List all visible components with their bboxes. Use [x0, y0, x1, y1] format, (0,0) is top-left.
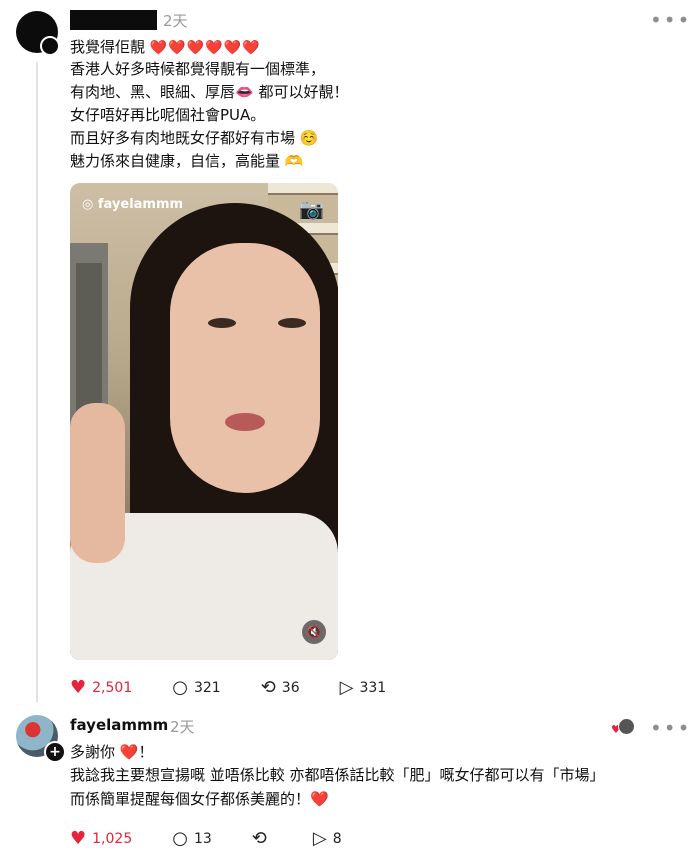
- reply-line-3: 而係簡單提醒每個女仔都係美麗的！❤️: [70, 790, 329, 808]
- post-actions: ♥ 2,501 ○ 321 ⟲ 36 ▷ 331: [70, 677, 386, 698]
- comment-icon: ○: [172, 828, 188, 849]
- reply-username[interactable]: fayelammm: [70, 716, 168, 734]
- reply-line-2: 我諗我主要想宣揚嘅 並唔係比較 亦都唔係話比較「肥」嘅女仔都可以有「市場」: [70, 766, 605, 784]
- post-video[interactable]: ◎ fayelammm 📷 🔇: [70, 183, 338, 660]
- post-line-2: 香港人好多時候都覺得靚有一個標準，: [70, 60, 326, 78]
- instagram-icon: ◎: [82, 197, 94, 212]
- like-button[interactable]: ♥ 1,025: [70, 828, 132, 849]
- post-line-5: 而且好多有肉地既女仔都好有市場 ☺️: [70, 129, 319, 147]
- mute-icon[interactable]: 🔇: [302, 620, 326, 644]
- share-icon: ▷: [312, 828, 327, 849]
- video-hand: [70, 403, 125, 563]
- comment-icon: ○: [172, 677, 188, 698]
- thread-line: [36, 62, 38, 702]
- post-line-6: 魅力係來自健康，自信，高能量 🫶: [70, 152, 304, 170]
- like-button[interactable]: ♥ 2,501: [70, 677, 132, 698]
- redacted-username: [70, 10, 157, 30]
- reply-line-1: 多謝你 ❤️！: [70, 743, 154, 761]
- reply-time: 2天: [170, 718, 195, 736]
- comment-button[interactable]: ○ 321: [172, 677, 220, 698]
- share-button[interactable]: ▷ 331: [340, 677, 387, 698]
- post-time: 2天: [163, 12, 188, 30]
- share-icon: ▷: [339, 677, 354, 698]
- heart-icon: ♥: [70, 677, 87, 698]
- follow-plus-icon[interactable]: +: [44, 741, 66, 763]
- repost-button[interactable]: ⟲ 36: [261, 677, 300, 698]
- post-line-3: 有肉地、黑、眼細、厚唇👄 都可以好靚！: [70, 83, 349, 101]
- post-line-1: 我覺得佢靚 ❤️❤️❤️❤️❤️❤️: [70, 38, 261, 56]
- reply-actions: ♥ 1,025 ○ 13 ⟲ ▷ 8: [70, 828, 342, 849]
- repost-icon: ⟲: [260, 677, 276, 698]
- comment-button[interactable]: ○ 13: [172, 828, 212, 849]
- more-icon[interactable]: •••: [650, 8, 690, 32]
- more-icon[interactable]: •••: [650, 716, 690, 740]
- repost-button[interactable]: ⟲: [252, 828, 273, 849]
- instagram-tag: ◎ fayelammm: [82, 197, 184, 212]
- author-avatar[interactable]: [16, 11, 60, 56]
- video-face: [170, 243, 320, 493]
- post-line-4: 女仔唔好再比呢個社會PUA。: [70, 106, 266, 124]
- heart-icon: ♥: [70, 828, 87, 849]
- share-button[interactable]: ▷ 8: [313, 828, 342, 849]
- liked-by-author-icon: ♥: [611, 718, 635, 738]
- camera-icon: 📷: [299, 197, 324, 221]
- repost-icon: ⟲: [251, 828, 267, 849]
